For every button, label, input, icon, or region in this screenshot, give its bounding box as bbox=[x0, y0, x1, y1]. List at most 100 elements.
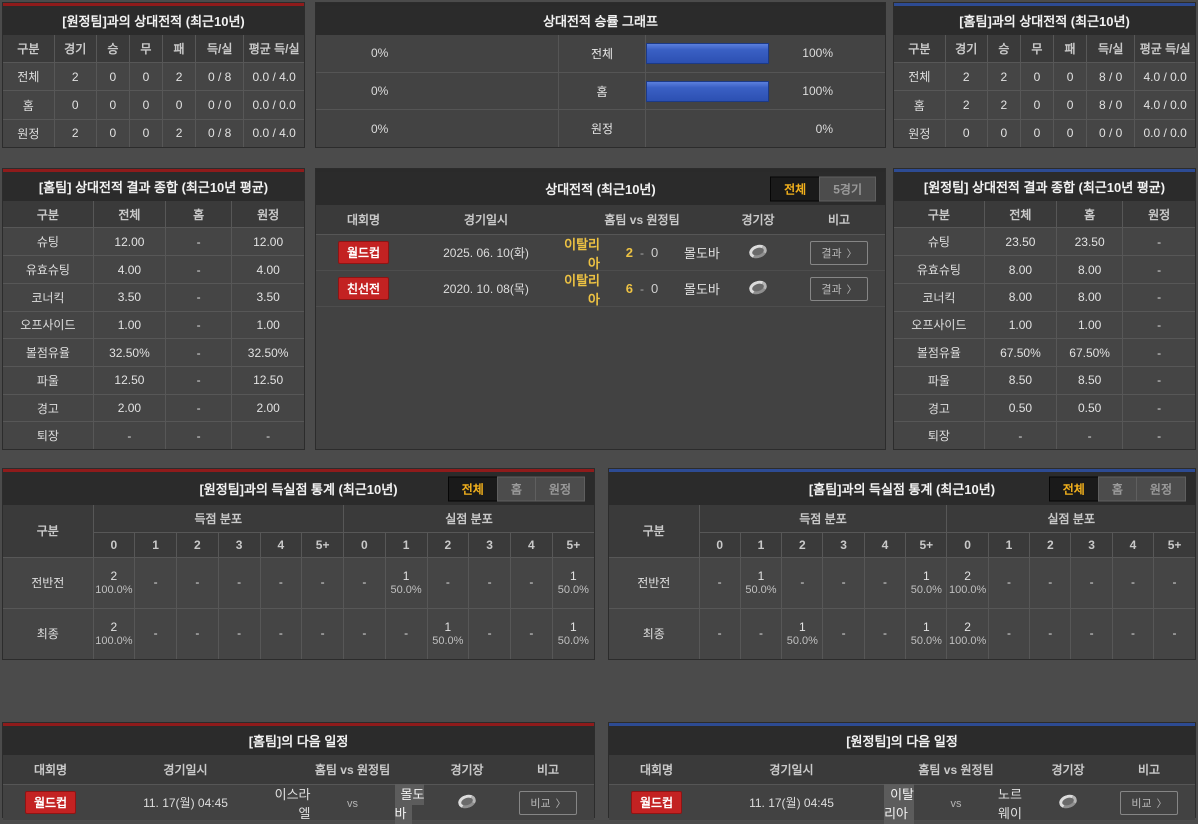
column-header: 홈팀 vs 원정팀 bbox=[561, 211, 723, 228]
cell: 150.0% bbox=[385, 557, 427, 608]
cell: 2 bbox=[163, 119, 196, 147]
cell: 2100.0% bbox=[947, 557, 988, 608]
column-header: 평균 득/실 bbox=[1135, 35, 1195, 63]
table-row: 전체 2 0 0 2 0 / 8 0.0 / 4.0 bbox=[3, 63, 304, 91]
column-header: 비고 bbox=[793, 211, 885, 228]
column-header: 구분 bbox=[3, 505, 93, 557]
compare-button[interactable]: 비교〉 bbox=[1120, 791, 1177, 815]
panel-title: [원정팀] 상대전적 결과 종합 (최근10년 평균) bbox=[894, 172, 1195, 201]
result-button[interactable]: 결과〉 bbox=[810, 277, 867, 301]
tab-away[interactable]: 원정 bbox=[535, 476, 585, 501]
cell: - bbox=[93, 422, 165, 449]
chevron-right-icon: 〉 bbox=[1157, 799, 1167, 810]
panel-title: [원정팀]과의 득실점 통계 (최근10년) 전체 홈 원정 bbox=[3, 472, 594, 505]
column-header: 경기 bbox=[945, 35, 987, 63]
table-row: 홈 2 2 0 0 8 / 0 4.0 / 0.0 bbox=[894, 91, 1195, 119]
compare-button[interactable]: 비교〉 bbox=[519, 791, 576, 815]
cell: 1.00 bbox=[93, 311, 165, 339]
cell: - bbox=[1123, 367, 1195, 395]
table-row: 원정 0 0 0 0 0 / 0 0.0 / 0.0 bbox=[894, 119, 1195, 147]
cell: - bbox=[1123, 339, 1195, 367]
cell: 0.0 / 0.0 bbox=[244, 91, 304, 119]
table-row: 퇴장 - - - bbox=[3, 422, 304, 449]
tab-last5[interactable]: 5경기 bbox=[819, 176, 876, 201]
cell: - bbox=[469, 608, 511, 659]
stadium-icon[interactable] bbox=[747, 278, 768, 296]
tab-away[interactable]: 원정 bbox=[1136, 476, 1186, 501]
cell: - bbox=[984, 422, 1056, 449]
cell: 8 / 0 bbox=[1087, 63, 1135, 91]
bin-header: 2 bbox=[177, 532, 219, 557]
column-header: 승 bbox=[96, 35, 129, 63]
column-header: 평균 득/실 bbox=[244, 35, 304, 63]
cell: - bbox=[385, 608, 427, 659]
empty-area bbox=[316, 307, 885, 449]
home-h2h-record-panel: [홈팀]과의 상대전적 (최근10년) 구분 경기 승 무 패 득/실 평균 득… bbox=[893, 2, 1196, 148]
tab-all[interactable]: 전체 bbox=[770, 176, 820, 201]
column-header: 전체 bbox=[984, 201, 1056, 228]
column-header: 전체 bbox=[93, 201, 165, 228]
league-badge: 친선전 bbox=[338, 277, 389, 300]
cell: 0 bbox=[96, 119, 129, 147]
stadium-icon[interactable] bbox=[1057, 792, 1078, 810]
cell: - bbox=[864, 557, 905, 608]
bin-header: 5+ bbox=[552, 532, 594, 557]
home-team-name: 이탈리아 bbox=[884, 784, 914, 824]
right-bar-zone: 100% bbox=[646, 73, 885, 110]
cell: 0 bbox=[1020, 119, 1053, 147]
row-label: 코너킥 bbox=[3, 283, 93, 311]
conceded-group-header: 실점 분포 bbox=[344, 505, 595, 532]
home-next-schedule-panel: [홈팀]의 다음 일정 대회명 경기일시 홈팀 vs 원정팀 경기장 비고 월드… bbox=[2, 722, 595, 818]
cell: 0.50 bbox=[984, 394, 1056, 422]
header-row: 구분 경기 승 무 패 득/실 평균 득/실 bbox=[3, 35, 304, 63]
row-label: 슈팅 bbox=[894, 228, 984, 256]
cell: - bbox=[823, 557, 864, 608]
cell: - bbox=[469, 557, 511, 608]
cell: 0.0 / 0.0 bbox=[1135, 119, 1195, 147]
panel-title-text: 상대전적 (최근10년) bbox=[545, 179, 655, 198]
match-filter-tabs: 전체 5경기 bbox=[771, 176, 876, 201]
chevron-right-icon: 〉 bbox=[847, 285, 857, 296]
row-label: 전반전 bbox=[609, 557, 699, 608]
row-label: 파울 bbox=[894, 367, 984, 395]
result-button[interactable]: 결과〉 bbox=[810, 241, 867, 265]
stadium-icon[interactable] bbox=[747, 242, 768, 260]
chevron-right-icon: 〉 bbox=[556, 799, 566, 810]
cell: - bbox=[1154, 608, 1195, 659]
goal-stats-vs-away-panel: [원정팀]과의 득실점 통계 (최근10년) 전체 홈 원정 구분 득점 분포 … bbox=[2, 468, 595, 660]
away-result-summary-panel: [원정팀] 상대전적 결과 종합 (최근10년 평균) 구분 전체 홈 원정 슈… bbox=[893, 168, 1196, 450]
column-header: 대회명 bbox=[316, 211, 411, 228]
cell: - bbox=[823, 608, 864, 659]
cell: - bbox=[232, 422, 304, 449]
cell: 1.00 bbox=[232, 311, 304, 339]
cell: 150.0% bbox=[906, 557, 947, 608]
row-label: 홈 bbox=[3, 91, 54, 119]
tab-home[interactable]: 홈 bbox=[497, 476, 536, 501]
cell: - bbox=[1057, 422, 1123, 449]
column-header: 경기일시 bbox=[98, 761, 273, 778]
table-row: 코너킥 8.00 8.00 - bbox=[894, 283, 1195, 311]
cell: - bbox=[699, 557, 740, 608]
row-label: 볼점유율 bbox=[894, 339, 984, 367]
column-header: 원정 bbox=[232, 201, 304, 228]
bin-header: 4 bbox=[511, 532, 553, 557]
cell: - bbox=[1030, 608, 1071, 659]
away-team-name: 노르웨이 bbox=[998, 787, 1022, 821]
cell: - bbox=[1123, 283, 1195, 311]
cell: 23.50 bbox=[1057, 228, 1123, 256]
row-label: 경고 bbox=[3, 394, 93, 422]
away-summary-table: 구분 전체 홈 원정 슈팅 23.50 23.50 - 유효슈팅 8.00 bbox=[894, 201, 1195, 449]
cell: 2100.0% bbox=[93, 557, 135, 608]
column-header: 비고 bbox=[1103, 761, 1195, 778]
stadium-icon[interactable] bbox=[456, 792, 477, 810]
cell: 8.00 bbox=[984, 256, 1056, 284]
row-label: 전체 bbox=[3, 63, 54, 91]
tab-all[interactable]: 전체 bbox=[1049, 476, 1099, 501]
cell: - bbox=[782, 557, 823, 608]
tab-all[interactable]: 전체 bbox=[448, 476, 498, 501]
cell: 0 bbox=[1054, 63, 1087, 91]
tab-home[interactable]: 홈 bbox=[1098, 476, 1137, 501]
cell: 0 / 0 bbox=[196, 91, 244, 119]
cell: 1.00 bbox=[1057, 311, 1123, 339]
cell: 0 bbox=[54, 91, 96, 119]
